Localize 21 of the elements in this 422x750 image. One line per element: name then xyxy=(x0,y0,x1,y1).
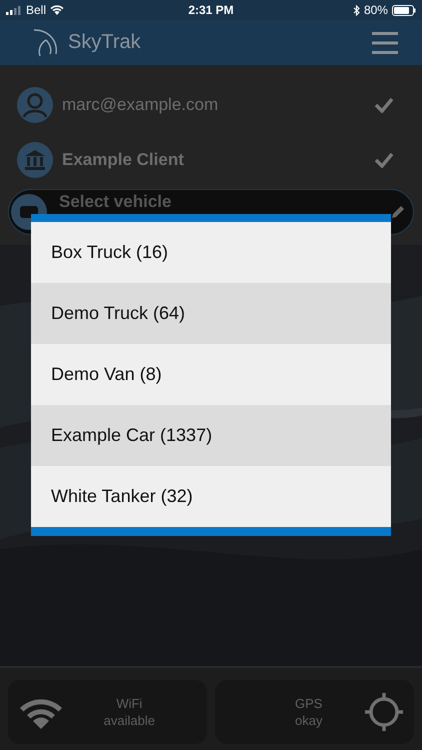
vehicle-option[interactable]: Example Car (1337) xyxy=(31,405,391,466)
pencil-icon xyxy=(391,205,405,219)
status-text: GPS okay xyxy=(295,695,322,729)
logo-icon xyxy=(32,28,60,58)
row-label: marc@example.com xyxy=(62,94,218,114)
battery-percent: 80% xyxy=(364,3,388,17)
signal-icon xyxy=(6,6,22,14)
bank-icon xyxy=(17,142,53,178)
row-label: Example Client xyxy=(62,150,184,170)
app-title: SkyTrak xyxy=(68,31,141,54)
crosshair-icon xyxy=(364,692,404,732)
status-text: WiFi available xyxy=(104,695,155,729)
vehicle-option[interactable]: Demo Truck (64) xyxy=(31,283,391,344)
user-icon xyxy=(17,86,53,122)
clock-time: 2:31 PM xyxy=(188,3,234,17)
bluetooth-icon xyxy=(352,4,360,16)
menu-icon[interactable] xyxy=(372,32,398,54)
battery-icon xyxy=(392,4,416,16)
wifi-icon xyxy=(50,5,64,15)
vehicle-placeholder: Select vehicle xyxy=(59,192,172,212)
carrier-name: Bell xyxy=(26,3,46,17)
